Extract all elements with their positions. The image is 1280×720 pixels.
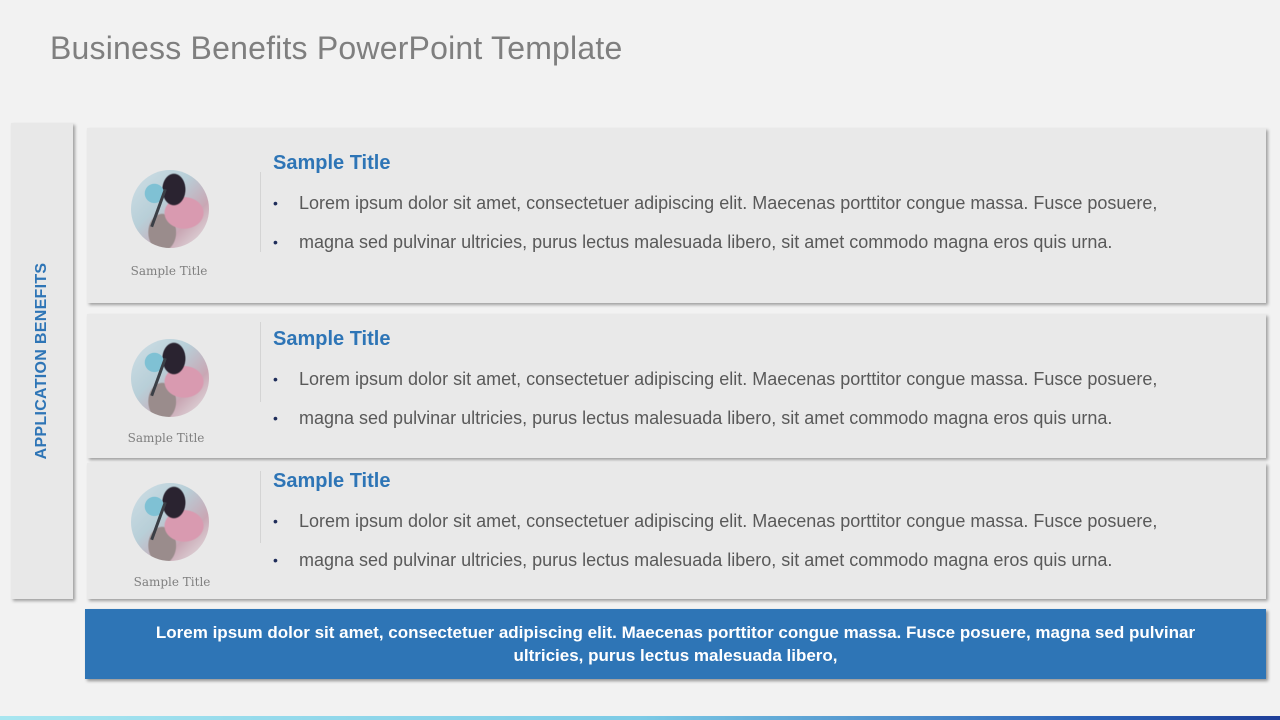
benefit-card: Sample Title Sample Title Lorem ipsum do… [87, 314, 1266, 458]
bullet-item: magna sed pulvinar ultricies, purus lect… [273, 223, 1246, 262]
bullet-item: magna sed pulvinar ultricies, purus lect… [273, 399, 1246, 438]
bottom-accent-bar [0, 716, 1280, 720]
divider [260, 172, 261, 252]
image-caption: Sample Title [133, 575, 211, 589]
benefit-card: Sample Title Sample Title Lorem ipsum do… [87, 128, 1266, 303]
bullet-item: Lorem ipsum dolor sit amet, consectetuer… [273, 502, 1246, 541]
divider [260, 471, 261, 543]
card-content: Sample Title Lorem ipsum dolor sit amet,… [273, 470, 1246, 580]
bullet-item: Lorem ipsum dolor sit amet, consectetuer… [273, 184, 1246, 223]
banner-text: Lorem ipsum dolor sit amet, consectetuer… [155, 623, 1196, 665]
card-content: Sample Title Lorem ipsum dolor sit amet,… [273, 328, 1246, 438]
card-title: Sample Title [273, 328, 391, 350]
benefit-image [131, 339, 209, 417]
benefit-image [131, 483, 209, 561]
bullet-item: magna sed pulvinar ultricies, purus lect… [273, 541, 1246, 580]
image-caption: Sample Title [130, 264, 208, 278]
card-title: Sample Title [273, 470, 391, 492]
benefit-image [131, 170, 209, 248]
side-label: APPLICATION BENEFITS [33, 262, 50, 460]
image-caption: Sample Title [127, 431, 205, 445]
card-title: Sample Title [273, 152, 391, 174]
card-content: Sample Title Lorem ipsum dolor sit amet,… [273, 152, 1246, 262]
benefit-card: Sample Title Sample Title Lorem ipsum do… [87, 463, 1266, 599]
slide-title: Business Benefits PowerPoint Template [50, 30, 623, 66]
bullet-item: Lorem ipsum dolor sit amet, consectetuer… [273, 360, 1246, 399]
divider [260, 322, 261, 402]
summary-banner: Lorem ipsum dolor sit amet, consectetuer… [85, 609, 1266, 679]
